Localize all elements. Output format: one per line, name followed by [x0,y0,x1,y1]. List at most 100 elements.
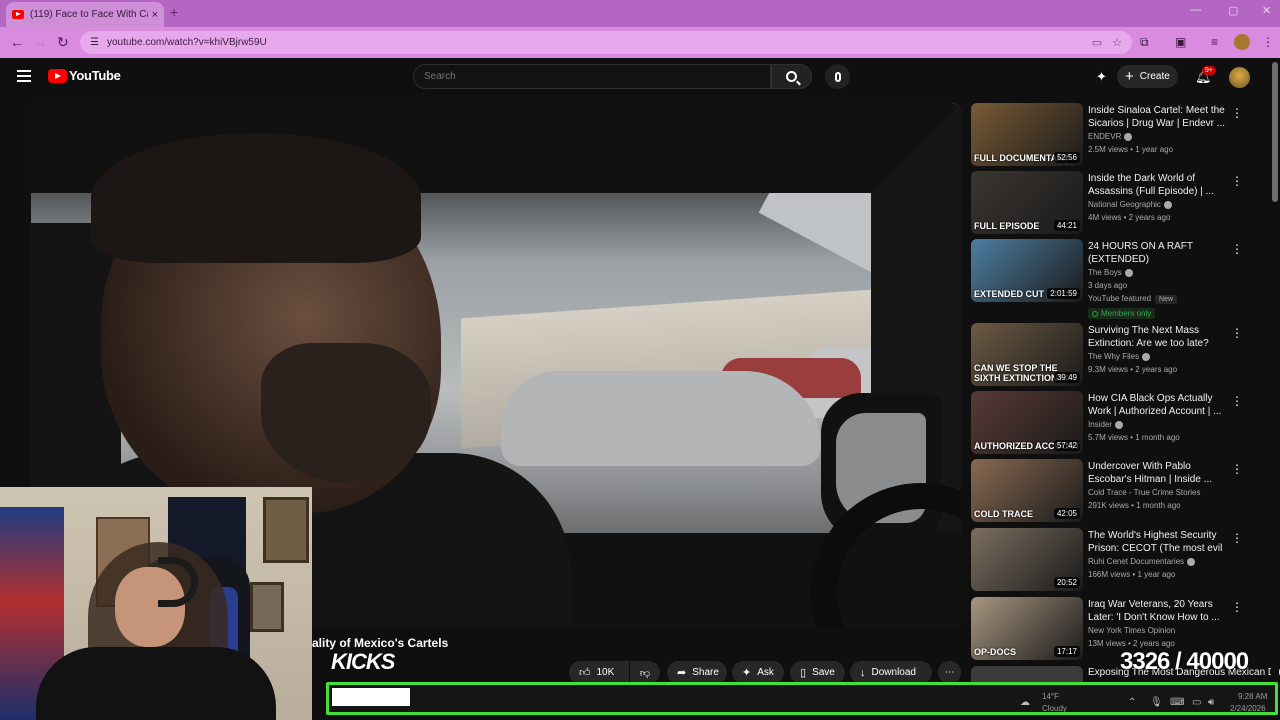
more-vertical-icon[interactable]: ⋮ [1231,462,1243,476]
rec-thumbnail[interactable]: EXTENDED CUT 2:01:59 [971,239,1083,302]
rec-meta-text: 3 days ago [1088,281,1128,290]
extensions-icon[interactable]: ⧉ [1140,35,1149,50]
forward-arrow-icon[interactable]: → [33,34,47,50]
rec-thumbnail-text: FULL EPISODE [974,221,1040,231]
scrollbar-thumb[interactable] [1272,62,1278,202]
back-arrow-icon[interactable]: ← [10,34,24,50]
rec-thumbnail[interactable]: AUTHORIZED ACCOUNT 57:42 [971,391,1083,454]
maximize-button[interactable]: ▢ [1228,4,1238,17]
rec-title[interactable]: Inside Sinaloa Cartel: Meet the Sicarios… [1088,104,1228,130]
more-horizontal-icon: ⋯ [944,667,955,678]
browser-menu-icon[interactable]: ⋮ [1262,35,1274,49]
webcam-picture-frame [263,497,309,563]
rec-title[interactable]: Inside the Dark World of Assassins (Full… [1088,172,1228,198]
search-button[interactable] [771,64,812,89]
webcam-streamer-shirt [36,647,276,720]
rec-title[interactable]: Iraq War Veterans, 20 Years Later: 'I Do… [1088,598,1228,624]
rec-title[interactable]: The World's Highest Security Prison: CEC… [1088,529,1228,556]
youtube-logo-text[interactable]: YouTube [69,68,121,83]
rec-thumbnail[interactable]: CAN WE STOP THE SIXTH EXTINCTION? 39:49 [971,323,1083,386]
hamburger-menu-icon[interactable] [17,70,31,82]
rec-title[interactable]: 24 HOURS ON A RAFT (EXTENDED) [1088,240,1228,266]
browser-tab-bar: (119) Face to Face With Cartel K × + — ▢… [0,0,1280,27]
rec-title[interactable]: Surviving The Next Mass Extinction: Are … [1088,324,1228,350]
search-box[interactable] [413,64,771,89]
more-vertical-icon[interactable]: ⋮ [1231,531,1243,545]
rec-thumbnail[interactable]: OP-DOCS 17:17 [971,597,1083,660]
rec-title[interactable]: Undercover With Pablo Escobar's Hitman |… [1088,460,1228,486]
address-bar[interactable]: ☰ youtube.com/watch?v=khiVBjrw59U ▭ ☆ [80,31,1132,54]
create-button[interactable]: + Create [1117,65,1178,88]
rec-channel-name: The Why Files [1088,352,1140,361]
rec-channel-name: Ruhi Cenet Documentaries [1088,557,1185,566]
rec-meta: 5.7M views • 1 month ago [1088,433,1180,442]
thumbs-up-icon: 👍︎ [579,667,591,679]
rec-meta-text: 291K views • 1 month ago [1088,501,1181,510]
new-tab-button[interactable]: + [170,4,178,20]
rec-channel[interactable]: The Boys [1088,268,1133,277]
rec-channel[interactable]: ENDEVR [1088,132,1133,141]
rec-channel[interactable]: National Geographic [1088,200,1172,209]
save-label: Save [812,667,835,678]
save-button[interactable]: ▯ Save [790,661,845,684]
install-app-icon[interactable]: ▭ [1092,36,1102,49]
rec-thumbnail[interactable]: FULL EPISODE 44:21 [971,171,1083,234]
more-vertical-icon[interactable]: ⋮ [1231,394,1243,408]
more-vertical-icon[interactable]: ⋮ [1231,600,1243,614]
site-info-icon[interactable]: ☰ [90,37,99,48]
rec-thumbnail[interactable]: 20:52 [971,528,1083,591]
rec-meta-text: 9.3M views • 2 years ago [1088,365,1178,374]
bookmark-star-icon[interactable]: ☆ [1112,36,1122,49]
volume-icon[interactable]: 🔊︎ [1208,697,1214,708]
minimize-button[interactable]: — [1190,4,1201,16]
rec-meta: 3 days ago [1088,281,1127,290]
reading-list-icon[interactable]: ≡ [1211,35,1218,49]
account-avatar[interactable] [1229,67,1250,88]
verified-check-icon [1187,557,1196,566]
keyboard-icon[interactable]: ⌨ [1170,697,1184,708]
rec-channel[interactable]: Insider [1088,420,1124,429]
more-vertical-icon[interactable]: ⋮ [1231,242,1243,256]
more-vertical-icon[interactable]: ⋮ [1231,326,1243,340]
share-button[interactable]: ➦ Share [667,661,727,684]
cast-icon[interactable]: ▣ [1175,35,1186,49]
more-vertical-icon[interactable]: ⋮ [1231,106,1243,120]
reload-icon[interactable]: ↻ [57,34,69,51]
search-input[interactable] [424,71,760,82]
ask-ai-icon[interactable]: ✦ [1096,69,1107,85]
rec-thumbnail[interactable]: COLD TRACE 42:05 [971,459,1083,522]
video-driver-hair [91,133,421,263]
dislike-button[interactable]: 👎︎ [630,661,660,684]
rec-channel[interactable]: Cold Trace - True Crime Stories [1088,488,1200,497]
voice-search-button[interactable] [825,64,850,89]
rec-thumbnail-text: COLD TRACE [974,509,1033,519]
download-button[interactable]: ↓ Download [850,661,932,684]
more-vertical-icon[interactable]: ⋮ [1231,174,1243,188]
youtube-logo-icon[interactable] [48,69,67,83]
rec-thumbnail[interactable]: FULL DOCUMENTARY 52:56 [971,103,1083,166]
microphone-tray-icon[interactable]: 🎙︎ [1150,697,1163,708]
rec-duration: 2:01:59 [1047,288,1080,299]
webcam-picture-frame-small [250,582,284,632]
ask-label: Ask [757,667,774,678]
close-window-button[interactable]: ✕ [1262,4,1271,17]
rec-channel[interactable]: New York Times Opinion [1088,626,1175,635]
browser-profile-avatar[interactable] [1234,34,1250,50]
tab-close-icon[interactable]: × [152,9,158,21]
display-icon[interactable]: ▭ [1192,697,1201,708]
video-title: ality of Mexico's Cartels [312,636,449,650]
rec-channel[interactable]: The Why Files [1088,352,1151,361]
chevron-up-icon[interactable]: ⌃ [1128,697,1136,708]
rec-channel-name: Cold Trace - True Crime Stories [1088,488,1201,497]
rec-meta: 291K views • 1 month ago [1088,501,1181,510]
rec-channel[interactable]: Ruhi Cenet Documentaries [1088,557,1196,566]
ask-button[interactable]: ✦ Ask [732,661,784,684]
like-button[interactable]: 👍︎ 10K [569,661,629,684]
rec-title[interactable]: How CIA Black Ops Actually Work | Author… [1088,392,1228,418]
stream-overlay-brand: KICKS [331,649,395,674]
url-text[interactable]: youtube.com/watch?v=khiVBjrw59U [107,37,1082,48]
search-icon [786,71,797,82]
browser-tab[interactable]: (119) Face to Face With Cartel K × [6,2,164,27]
microphone-icon [834,71,841,82]
more-actions-button[interactable]: ⋯ [938,661,961,684]
